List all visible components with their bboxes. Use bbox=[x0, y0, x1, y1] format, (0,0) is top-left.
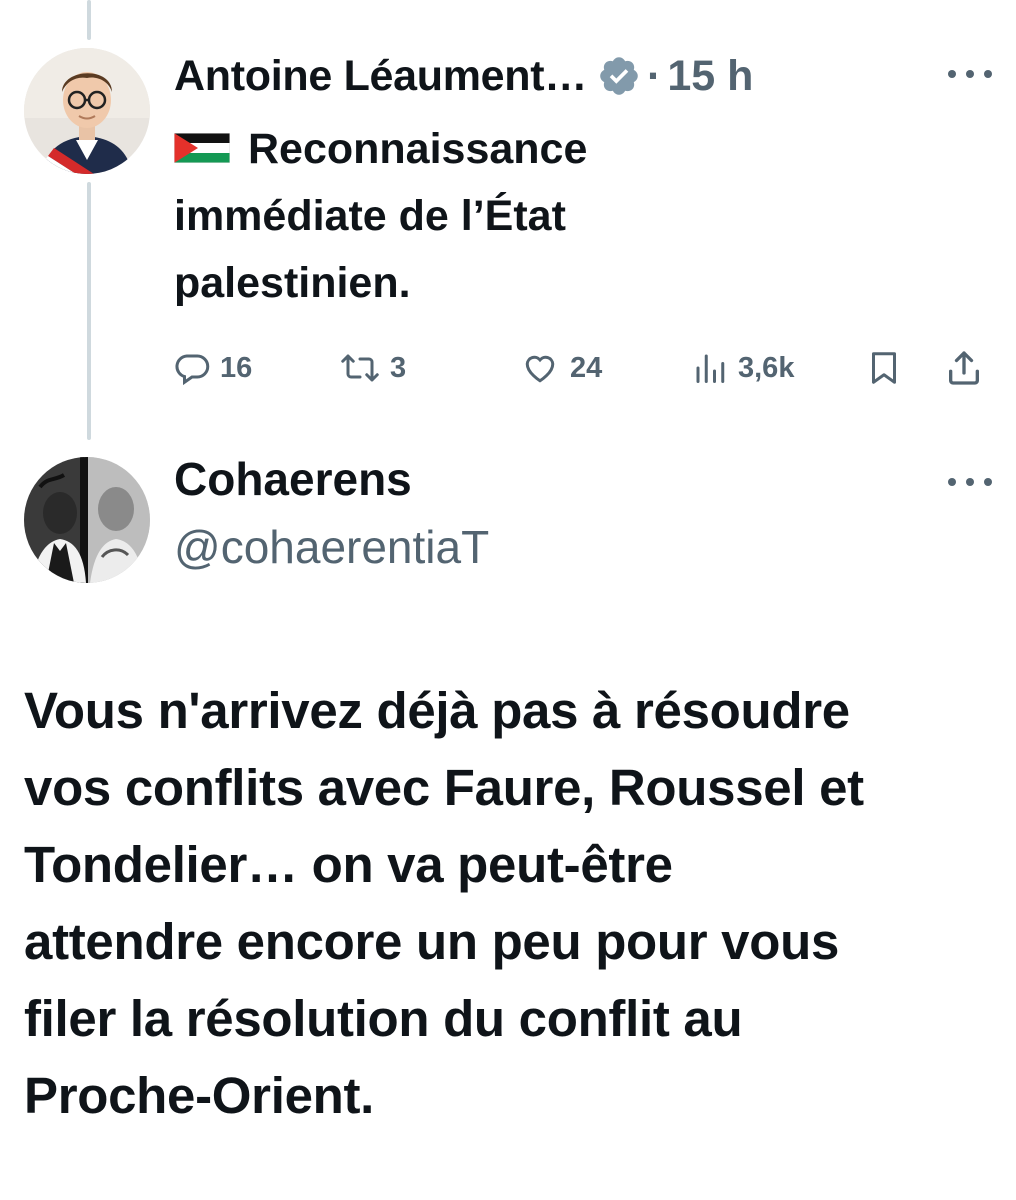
author-name[interactable]: Antoine Léaument… bbox=[174, 52, 587, 101]
views-button[interactable]: 3,6k bbox=[692, 338, 794, 398]
tweet1-line-1: Reconnaissance bbox=[248, 125, 588, 173]
like-count: 24 bbox=[570, 351, 603, 384]
thread-connector-top bbox=[87, 0, 91, 40]
repost-count: 3 bbox=[390, 351, 407, 384]
tweet1-header: Antoine Léaument… · 15 h bbox=[174, 46, 753, 106]
reply-count: 16 bbox=[220, 351, 253, 384]
bookmark-button[interactable] bbox=[866, 338, 902, 398]
tweet2-line-3: Tondelier… on va peut-être bbox=[24, 836, 673, 893]
separator-dot: · bbox=[646, 51, 662, 100]
like-button[interactable]: 24 bbox=[520, 338, 602, 398]
tweet2-line-5: filer la résolution du conflit au bbox=[24, 990, 743, 1047]
tweet2-line-6: Proche-Orient. bbox=[24, 1067, 375, 1124]
reply-icon bbox=[175, 354, 210, 386]
thread-connector bbox=[87, 182, 91, 440]
tweet2-line-4: attendre encore un peu pour vous bbox=[24, 913, 840, 970]
views-icon bbox=[696, 354, 725, 383]
tweet1-text: Reconnaissance immédiate de l’État pales… bbox=[174, 116, 734, 317]
tweet1-line-2: immédiate de l’État bbox=[174, 192, 566, 240]
author-name-2[interactable]: Cohaerens bbox=[174, 452, 412, 506]
bookmark-icon bbox=[872, 352, 896, 384]
reply-button[interactable]: 16 bbox=[174, 338, 252, 398]
more-icon[interactable] bbox=[948, 64, 992, 84]
tweet2-line-1: Vous n'arrivez déjà pas à résoudre bbox=[24, 682, 850, 739]
retweet-icon bbox=[341, 354, 379, 382]
views-count: 3,6k bbox=[738, 351, 795, 384]
tweet2-line-2: vos conflits avec Faure, Roussel et bbox=[24, 759, 864, 816]
heart-icon bbox=[525, 355, 555, 383]
avatar-antoine[interactable] bbox=[24, 48, 150, 174]
share-button[interactable] bbox=[944, 338, 984, 398]
share-icon bbox=[949, 351, 979, 385]
avatar-cohaerens[interactable] bbox=[24, 457, 150, 583]
verified-badge-icon bbox=[600, 57, 638, 95]
more-icon-2[interactable] bbox=[948, 472, 992, 492]
tweet1-line-3: palestinien. bbox=[174, 259, 411, 307]
repost-button[interactable]: 3 bbox=[340, 338, 406, 398]
author-handle-2[interactable]: @cohaerentiaT bbox=[174, 520, 489, 574]
tweet1-actions: 16 3 24 3,6k bbox=[174, 338, 994, 398]
palestine-flag-icon bbox=[174, 132, 230, 163]
tweet2-text: Vous n'arrivez déjà pas à résoudre vos c… bbox=[24, 672, 996, 1134]
tweet-time[interactable]: 15 h bbox=[667, 52, 753, 101]
